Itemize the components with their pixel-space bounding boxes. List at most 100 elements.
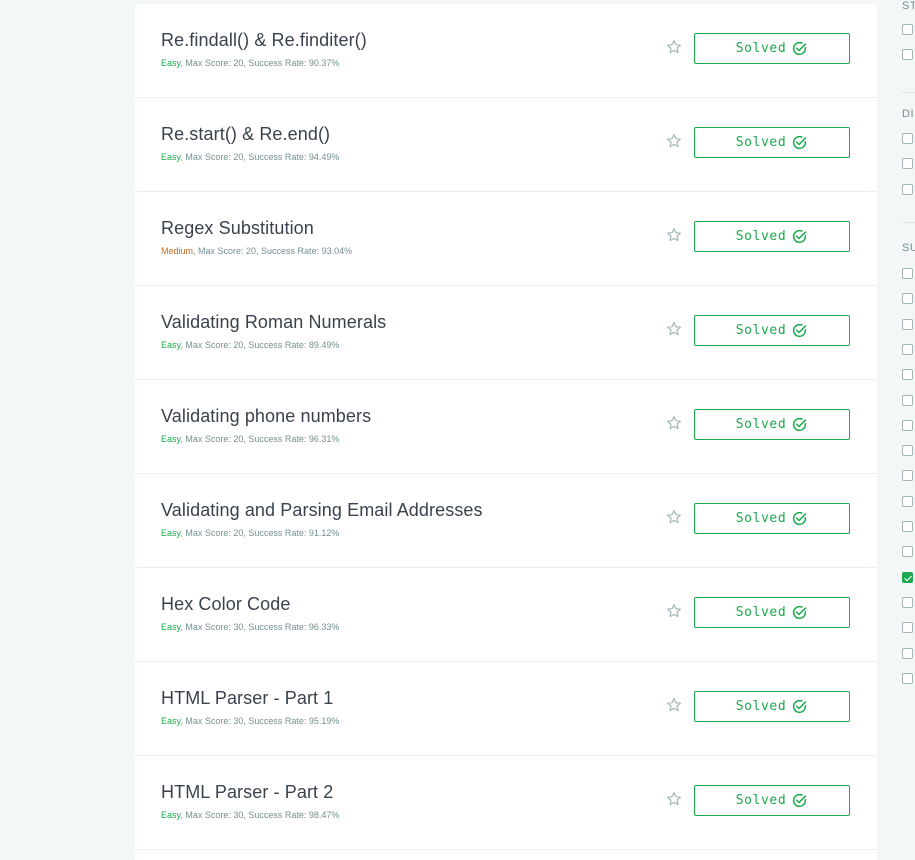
subdomain-filter-checkbox[interactable] (902, 521, 913, 532)
subdomain-filter-checkbox[interactable] (902, 596, 913, 608)
check-circle-icon (786, 322, 808, 339)
challenge-title[interactable]: Hex Color Code (161, 594, 290, 615)
solved-button[interactable]: Solved (694, 785, 850, 816)
check-circle-icon (786, 134, 808, 151)
challenge-title[interactable]: Validating phone numbers (161, 406, 371, 427)
subdomain-filter-checkbox[interactable] (902, 369, 913, 381)
subdomain-filter-checkbox[interactable] (902, 470, 913, 482)
solved-button[interactable]: Solved (694, 597, 850, 628)
solved-label: Solved (735, 605, 787, 620)
solved-label: Solved (735, 417, 787, 432)
subdomain-filter-checkbox[interactable] (902, 647, 913, 659)
check-circle-icon (786, 416, 808, 433)
subdomain-filter-checkbox[interactable] (902, 394, 913, 406)
challenge-list: Re.findall() & Re.finditer() Easy, Max Sc… (135, 4, 877, 860)
challenge-title[interactable]: Re.start() & Re.end() (161, 124, 330, 145)
challenge-card[interactable]: Validating Roman Numerals Easy, Max Score… (135, 286, 877, 380)
star-outline-icon[interactable] (666, 321, 682, 337)
solved-label: Solved (735, 511, 787, 526)
filter-heading-difficulty: DI (902, 108, 914, 120)
solved-button[interactable]: Solved (694, 127, 850, 158)
check-circle-icon (786, 228, 808, 245)
star-outline-icon[interactable] (666, 39, 682, 55)
star-outline-icon[interactable] (666, 415, 682, 431)
challenge-title[interactable]: Regex Substitution (161, 218, 314, 239)
subdomain-filter-checkbox[interactable] (902, 445, 913, 457)
score-success-rate: , Max Score: 20, Success Rate: 96.31% (180, 434, 340, 444)
difficulty-label: Easy (161, 152, 181, 162)
star-outline-icon[interactable] (666, 697, 682, 713)
score-success-rate: , Max Score: 20, Success Rate: 93.04% (193, 246, 353, 256)
solved-label: Solved (735, 41, 787, 56)
challenge-card[interactable]: Validating phone numbers Easy, Max Score:… (135, 380, 877, 474)
subdomain-filter-checkbox[interactable] (902, 268, 913, 279)
subdomain-filter-checkbox[interactable] (902, 343, 913, 355)
challenge-card[interactable]: Re.findall() & Re.finditer() Easy, Max Sc… (135, 4, 877, 98)
challenge-title[interactable]: HTML Parser - Part 1 (161, 688, 333, 709)
score-success-rate: , Max Score: 20, Success Rate: 94.49% (180, 152, 340, 162)
solved-label: Solved (735, 699, 787, 714)
solved-button[interactable]: Solved (694, 33, 850, 64)
challenge-title[interactable]: Validating Roman Numerals (161, 312, 386, 333)
subdomain-filter-checkbox[interactable] (902, 293, 913, 305)
challenge-card[interactable]: Validating and Parsing Email Addresses Ea… (135, 474, 877, 568)
challenge-meta: Easy, Max Score: 20, Success Rate: 90.37… (161, 58, 339, 68)
check-circle-icon (786, 510, 808, 527)
difficulty-label: Easy (161, 810, 181, 820)
star-outline-icon[interactable] (666, 133, 682, 149)
challenge-card[interactable] (135, 850, 877, 860)
challenge-title[interactable]: Validating and Parsing Email Addresses (161, 500, 483, 521)
solved-label: Solved (735, 229, 787, 244)
score-success-rate: , Max Score: 30, Success Rate: 98.47% (180, 810, 340, 820)
challenge-title[interactable]: HTML Parser - Part 2 (161, 782, 333, 803)
check-circle-icon (786, 698, 808, 715)
subdomain-filter-checkbox[interactable] (902, 672, 913, 684)
solved-button[interactable]: Solved (694, 221, 850, 252)
subdomain-filter-checkbox[interactable] (902, 622, 913, 634)
subdomain-filter-checkbox[interactable] (902, 571, 913, 583)
difficulty-filter-checkbox[interactable] (902, 183, 913, 195)
star-outline-icon[interactable] (666, 791, 682, 807)
difficulty-label: Easy (161, 434, 181, 444)
check-circle-icon (786, 604, 808, 621)
difficulty-filter-checkbox[interactable] (902, 133, 913, 144)
challenge-card[interactable]: HTML Parser - Part 1 Easy, Max Score: 30,… (135, 662, 877, 756)
challenge-card[interactable]: Re.start() & Re.end() Easy, Max Score: 20… (135, 98, 877, 192)
solved-label: Solved (735, 135, 787, 150)
solved-button[interactable]: Solved (694, 503, 850, 534)
check-circle-icon (786, 792, 808, 809)
subdomain-filter-checkbox[interactable] (902, 546, 913, 558)
solved-button[interactable]: Solved (694, 409, 850, 440)
score-success-rate: , Max Score: 30, Success Rate: 95.19% (180, 716, 340, 726)
difficulty-label: Easy (161, 716, 181, 726)
star-outline-icon[interactable] (666, 227, 682, 243)
divider (902, 222, 915, 223)
status-filter-checkbox[interactable] (902, 24, 913, 35)
star-outline-icon[interactable] (666, 603, 682, 619)
solved-button[interactable]: Solved (694, 691, 850, 722)
challenge-card[interactable]: Hex Color Code Easy, Max Score: 30, Succe… (135, 568, 877, 662)
filter-heading-subdomains: SU (902, 242, 915, 254)
difficulty-filter-checkbox[interactable] (902, 158, 913, 170)
score-success-rate: , Max Score: 30, Success Rate: 96.33% (180, 622, 340, 632)
solved-button[interactable]: Solved (694, 315, 850, 346)
challenge-meta: Easy, Max Score: 30, Success Rate: 96.33… (161, 622, 339, 632)
challenge-meta: Medium, Max Score: 20, Success Rate: 93.… (161, 246, 352, 256)
subdomain-filter-checkbox[interactable] (902, 495, 913, 507)
star-outline-icon[interactable] (666, 509, 682, 525)
filter-sidebar: ST DI SU (902, 0, 915, 856)
challenge-card[interactable]: HTML Parser - Part 2 Easy, Max Score: 30,… (135, 756, 877, 850)
status-filter-checkbox[interactable] (902, 49, 913, 60)
subdomain-filter-checkbox[interactable] (902, 419, 913, 431)
filter-heading-status: ST (902, 0, 915, 12)
score-success-rate: , Max Score: 20, Success Rate: 91.12% (180, 528, 340, 538)
challenge-meta: Easy, Max Score: 30, Success Rate: 98.47… (161, 810, 339, 820)
score-success-rate: , Max Score: 20, Success Rate: 89.49% (180, 340, 340, 350)
solved-label: Solved (735, 793, 787, 808)
challenge-meta: Easy, Max Score: 20, Success Rate: 89.49… (161, 340, 339, 350)
challenge-meta: Easy, Max Score: 20, Success Rate: 94.49… (161, 152, 339, 162)
subdomain-filter-checkbox[interactable] (902, 318, 913, 330)
difficulty-label: Easy (161, 622, 181, 632)
challenge-card[interactable]: Regex Substitution Medium, Max Score: 20,… (135, 192, 877, 286)
challenge-title[interactable]: Re.findall() & Re.finditer() (161, 30, 367, 51)
